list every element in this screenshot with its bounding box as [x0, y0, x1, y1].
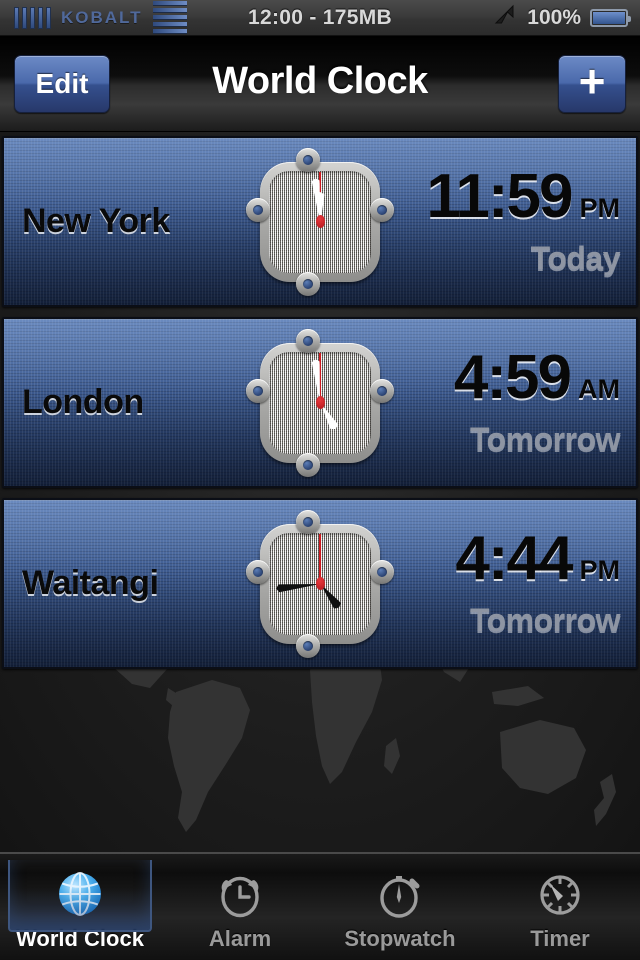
city-name: New York: [22, 202, 170, 240]
second-hand: [319, 533, 321, 584]
time-meridiem: PM: [579, 555, 621, 585]
tab-timer[interactable]: Timer: [480, 854, 640, 960]
bolt-left-icon: [246, 378, 270, 403]
status-bar-right: 100%: [492, 3, 640, 32]
clock-row-waitangi[interactable]: Waitangi 4:44 PM Tomorrow: [2, 498, 638, 669]
bolt-bottom-icon: [296, 452, 320, 477]
relative-day-label: Tomorrow: [469, 602, 621, 638]
time-block: 11:59 PM Today: [426, 166, 620, 277]
tab-bar: World Clock Alarm Stopwatch Timer: [0, 852, 640, 960]
clock-list-container: New York 11:59 PM Today London 4:59 AM T…: [0, 132, 640, 852]
analog-clock-icon: [246, 509, 394, 658]
bolt-bottom-icon: [296, 633, 320, 658]
minute-hand: [276, 580, 321, 593]
time-meridiem: PM: [579, 193, 621, 223]
clock-row-london[interactable]: London 4:59 AM Tomorrow: [2, 317, 638, 488]
analog-clock-icon: [246, 328, 394, 477]
city-name: London: [22, 383, 144, 421]
clock-face: [269, 532, 371, 635]
clock-face: [269, 170, 371, 273]
bolt-right-icon: [370, 197, 394, 222]
time-meridiem: AM: [578, 374, 620, 404]
add-clock-button[interactable]: +: [558, 55, 626, 113]
bolt-bottom-icon: [296, 271, 320, 296]
timer-gauge-icon: [532, 866, 588, 922]
time-block: 4:44 PM Tomorrow: [455, 528, 620, 639]
bolt-right-icon: [370, 378, 394, 403]
battery-icon: [590, 8, 631, 27]
world-clock-app: KOBALT 12:00 - 175MB 100% Edit World Clo…: [0, 0, 640, 960]
relative-day-label: Today: [530, 240, 621, 276]
clock-face: [269, 351, 371, 454]
bolt-top-icon: [296, 147, 320, 172]
clock-row-new-york[interactable]: New York 11:59 PM Today: [2, 136, 638, 307]
stopwatch-icon: [372, 866, 428, 922]
bolt-left-icon: [246, 559, 270, 584]
time-value: 4:59: [453, 343, 572, 412]
clock-pivot: [315, 396, 325, 409]
tab-world-clock[interactable]: World Clock: [0, 854, 160, 960]
city-name: Waitangi: [22, 564, 159, 602]
time-block: 4:59 AM Tomorrow: [453, 343, 621, 458]
tab-alarm[interactable]: Alarm: [160, 854, 320, 960]
relative-day-label: Tomorrow: [469, 421, 621, 457]
alarm-clock-icon: [212, 866, 268, 922]
page-title: World Clock: [212, 60, 428, 102]
tab-label: World Clock: [16, 926, 144, 951]
tab-label: Stopwatch: [344, 926, 456, 951]
battery-percent-label: 100%: [527, 5, 581, 29]
clock-pivot: [315, 215, 325, 228]
bolt-top-icon: [296, 509, 320, 534]
analog-clock-icon: [246, 147, 394, 296]
navigation-bar: Edit World Clock +: [0, 36, 640, 132]
bolt-top-icon: [296, 328, 320, 353]
time-value: 11:59: [426, 162, 573, 231]
globe-icon: [52, 866, 108, 922]
tab-label: Timer: [530, 926, 590, 951]
clock-pivot: [315, 577, 325, 590]
location-arrow-icon: [492, 3, 518, 32]
time-value: 4:44: [455, 524, 573, 593]
status-bar: KOBALT 12:00 - 175MB 100%: [0, 0, 640, 36]
tab-label: Alarm: [208, 926, 272, 951]
bolt-right-icon: [370, 559, 394, 584]
tab-stopwatch[interactable]: Stopwatch: [320, 854, 480, 960]
bolt-left-icon: [246, 197, 270, 222]
